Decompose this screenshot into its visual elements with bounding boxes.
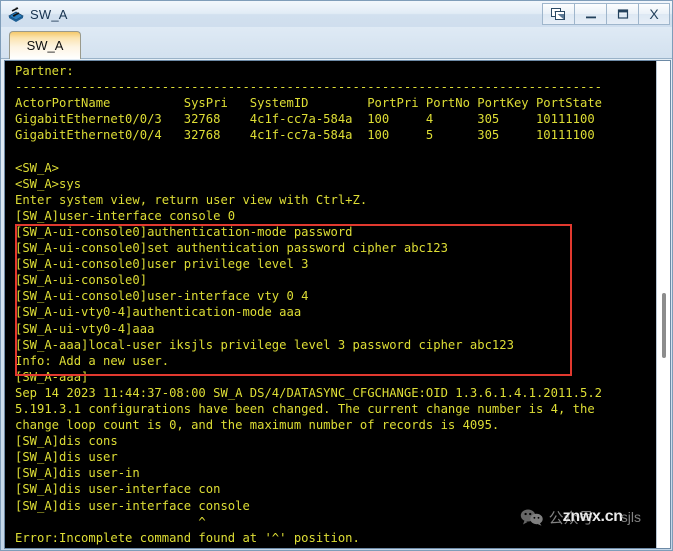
ensp-cli-window: SW_A X SW_A Partner: -------------------…: [0, 0, 673, 551]
tab-sw-a[interactable]: SW_A: [9, 31, 81, 59]
scrollbar-thumb[interactable]: [662, 293, 666, 358]
close-icon: X: [649, 6, 659, 22]
terminal-panel: Partner: -------------------------------…: [4, 60, 671, 549]
tab-strip: SW_A: [1, 27, 672, 59]
tab-label: SW_A: [26, 38, 64, 53]
vertical-scrollbar[interactable]: [656, 61, 670, 548]
watermark-tail: sjls: [620, 509, 641, 525]
window-controls: X: [542, 3, 670, 25]
title-bar: SW_A X: [1, 1, 672, 27]
switch-icon: [7, 5, 25, 23]
minimize-button[interactable]: [574, 3, 606, 25]
close-button[interactable]: X: [638, 3, 670, 25]
window-title: SW_A: [30, 6, 68, 22]
maximize-button[interactable]: [606, 3, 638, 25]
console-text: Partner: -------------------------------…: [15, 64, 602, 545]
console-output-area[interactable]: Partner: -------------------------------…: [5, 61, 657, 548]
restore-down-button[interactable]: [542, 3, 574, 25]
